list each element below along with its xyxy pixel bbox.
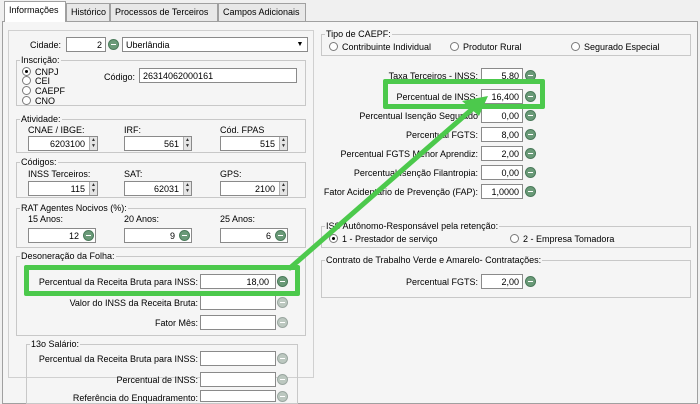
annotation-arrow (287, 96, 488, 271)
tab-informacoes[interactable]: Informações (4, 1, 66, 22)
